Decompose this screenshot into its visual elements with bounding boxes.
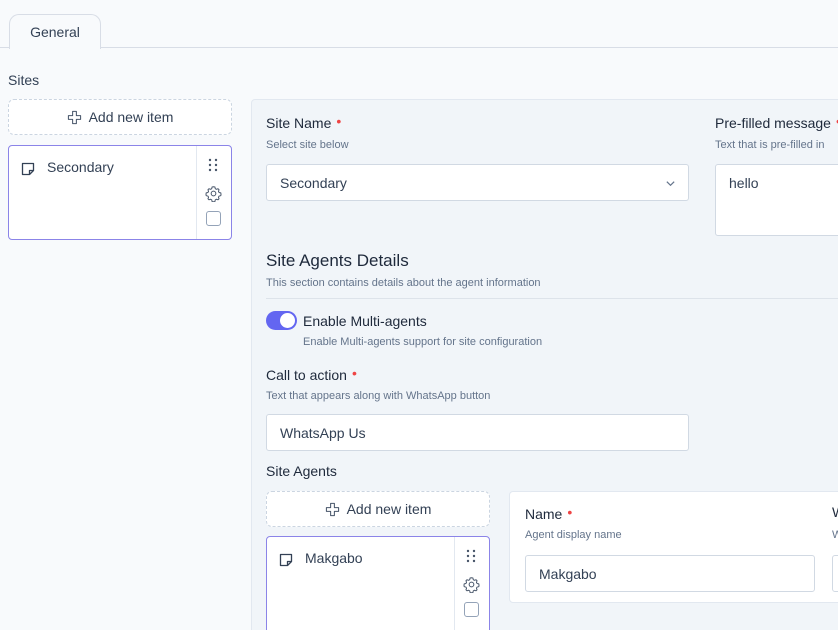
prefilled-message-value: hello [729, 175, 759, 191]
site-name-select[interactable]: Secondary [266, 164, 689, 201]
gear-icon[interactable] [205, 185, 222, 202]
site-name-value: Secondary [280, 174, 347, 191]
multi-agents-hint: Enable Multi-agents support for site con… [303, 336, 543, 348]
agent-item-actions [454, 537, 489, 630]
add-agent-label: Add new item [346, 501, 432, 517]
site-item-checkbox[interactable] [206, 211, 221, 226]
prefilled-message-label: Pre-filled message• [715, 113, 838, 131]
sticky-note-icon [21, 162, 35, 176]
call-to-action-value: WhatsApp Us [280, 424, 366, 441]
agent-item-checkbox[interactable] [464, 602, 479, 617]
agent-item-makgabo[interactable]: Makgabo [266, 536, 490, 630]
agent-name-label: Name • [525, 504, 573, 522]
tab-general[interactable]: General [9, 14, 101, 49]
agents-section-description: This section contains details about the … [266, 277, 541, 289]
tab-label: General [30, 24, 80, 40]
section-divider [266, 298, 838, 299]
call-to-action-hint: Text that appears along with WhatsApp bu… [266, 390, 491, 402]
tab-bar: General [0, 0, 838, 49]
multi-agents-label: Enable Multi-agents [303, 313, 427, 329]
prefilled-message-textarea[interactable]: hello [715, 164, 838, 236]
drag-handle-icon[interactable] [465, 549, 477, 563]
site-item-actions [196, 146, 231, 239]
clipped-field-label: W [832, 504, 838, 520]
sites-label: Sites [8, 72, 40, 88]
agent-name-value: Makgabo [539, 565, 597, 582]
plus-outline-icon [67, 110, 81, 124]
agent-name-input[interactable]: Makgabo [525, 555, 815, 592]
call-to-action-label: Call to action • [266, 365, 357, 383]
toggle-knob [280, 313, 295, 328]
agent-item-label: Makgabo [305, 550, 363, 566]
add-site-label: Add new item [88, 109, 174, 125]
sticky-note-icon [279, 553, 293, 567]
site-item-label: Secondary [47, 159, 114, 175]
gear-icon[interactable] [463, 576, 480, 593]
prefilled-message-hint: Text that is pre-filled in [715, 139, 825, 151]
clipped-field-input[interactable] [832, 555, 838, 592]
clipped-field-hint: W [832, 529, 838, 541]
call-to-action-input[interactable]: WhatsApp Us [266, 414, 689, 451]
site-agents-label: Site Agents [266, 463, 337, 479]
agent-name-hint: Agent display name [525, 529, 622, 541]
site-name-hint: Select site below [266, 139, 349, 151]
site-item-secondary[interactable]: Secondary [8, 145, 232, 240]
plus-outline-icon [325, 502, 339, 516]
add-site-button[interactable]: Add new item [8, 99, 232, 135]
chevron-down-icon [666, 181, 675, 187]
add-agent-button[interactable]: Add new item [266, 491, 490, 527]
site-name-label: Site Name • [266, 113, 342, 131]
drag-handle-icon[interactable] [207, 158, 219, 172]
multi-agents-toggle[interactable] [266, 311, 297, 330]
agents-section-title: Site Agents Details [266, 251, 409, 270]
